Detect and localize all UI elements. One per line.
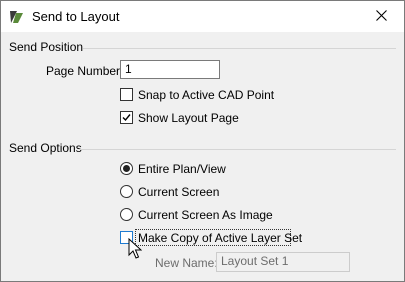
title-bar: Send to Layout [1, 1, 404, 32]
new-name-label: New Name: [155, 256, 218, 270]
radio-screen-as-image-label[interactable]: Current Screen As Image [138, 208, 273, 222]
radio-screen-as-image[interactable] [120, 208, 133, 221]
checkmark-icon [122, 114, 131, 122]
close-button[interactable] [358, 1, 404, 32]
snap-label[interactable]: Snap to Active CAD Point [138, 88, 274, 102]
radio-entire-plan-label[interactable]: Entire Plan/View [138, 162, 226, 176]
close-icon [375, 9, 387, 24]
new-name-input[interactable]: Layout Set 1 [216, 252, 350, 272]
mouse-pointer-icon [128, 237, 143, 263]
send-to-layout-dialog: Send to Layout Send Position Page Number… [0, 0, 405, 282]
snap-checkbox[interactable] [120, 88, 133, 101]
app-logo-icon [8, 8, 26, 26]
radio-entire-plan[interactable] [120, 162, 133, 175]
section-divider [79, 149, 396, 150]
section-divider [83, 48, 396, 49]
page-number-input[interactable]: 1 [120, 60, 220, 79]
window-title: Send to Layout [32, 9, 120, 24]
radio-current-screen-label[interactable]: Current Screen [138, 185, 219, 199]
send-position-heading: Send Position [9, 40, 84, 54]
radio-current-screen[interactable] [120, 185, 133, 198]
send-options-heading: Send Options [9, 141, 82, 155]
show-layout-checkbox[interactable] [120, 111, 133, 124]
radio-selected-dot [123, 165, 130, 172]
copy-layer-set-label[interactable]: Make Copy of Active Layer Set [138, 231, 302, 245]
show-layout-label[interactable]: Show Layout Page [138, 111, 239, 125]
page-number-label: Page Number: [46, 64, 124, 78]
